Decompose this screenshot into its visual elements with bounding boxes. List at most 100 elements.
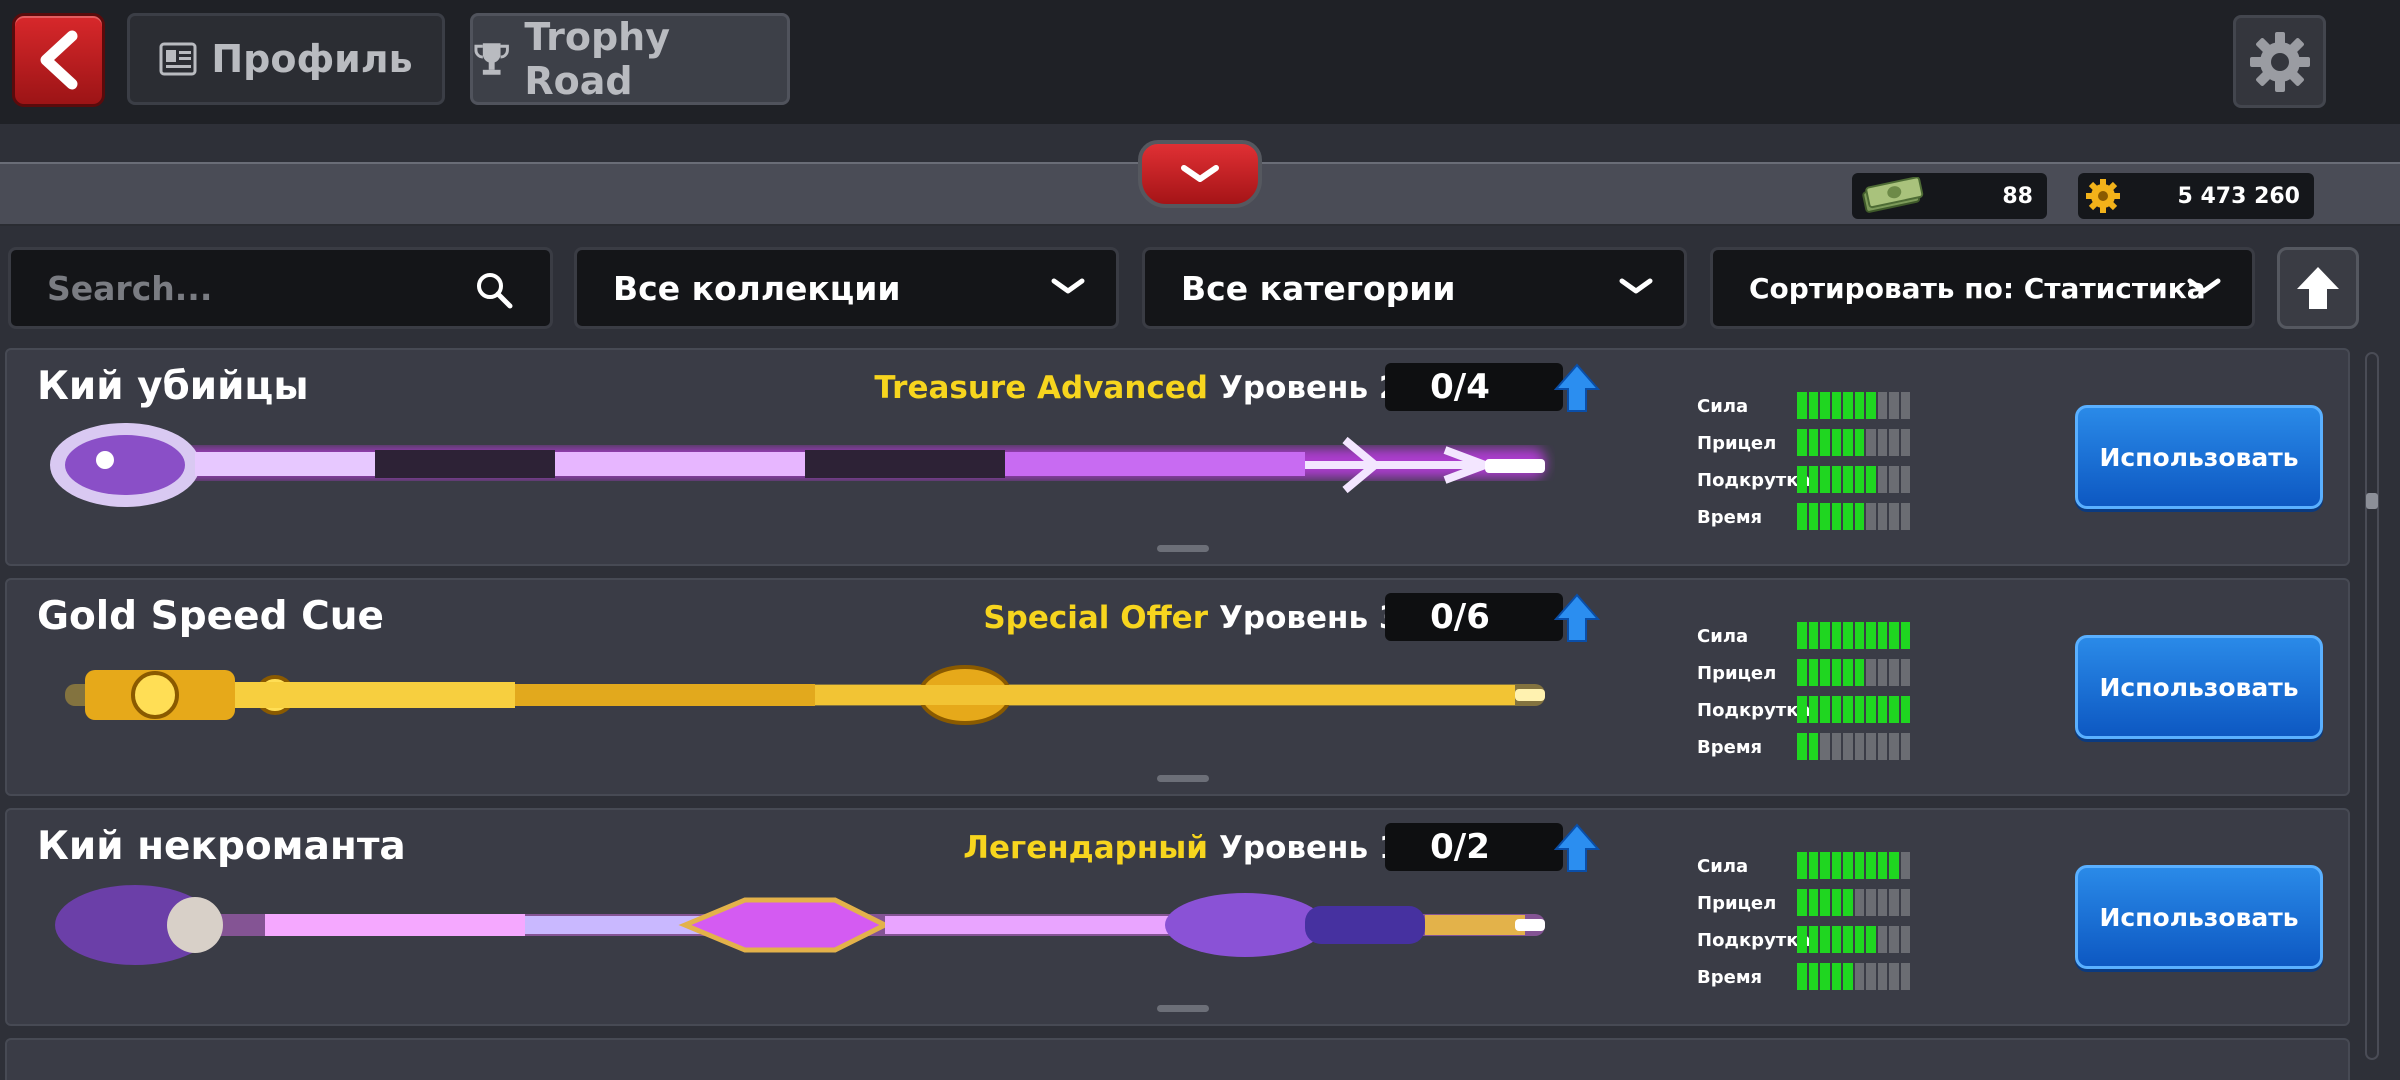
stat-segment <box>1877 889 1887 916</box>
sort-dropdown[interactable]: Сортировать по: Статистика <box>1710 247 2255 329</box>
collection-dropdown[interactable]: Все коллекции <box>574 247 1119 329</box>
stat-segment <box>1866 503 1876 530</box>
stat-label-spin: Подкрутка <box>1697 930 1811 951</box>
stat-segment <box>1877 852 1887 879</box>
upgrade-arrow-icon[interactable] <box>1554 823 1600 873</box>
stat-segment <box>1797 659 1807 686</box>
stat-segment <box>1797 503 1807 530</box>
stat-segment <box>1843 659 1853 686</box>
stat-segment <box>1820 466 1830 493</box>
stat-segment <box>1877 429 1887 456</box>
stat-segment <box>1866 963 1876 990</box>
back-button[interactable] <box>12 13 105 107</box>
stat-segment <box>1843 503 1853 530</box>
cue-card[interactable]: Кий убийцы Treasure Advanced Уровень 2 0… <box>5 348 2350 566</box>
stat-segment <box>1866 622 1876 649</box>
coins-counter[interactable]: 5 473 260 <box>2078 173 2314 219</box>
stat-segment <box>1900 926 1910 953</box>
scrollbar-track[interactable] <box>2365 352 2379 1060</box>
stat-segment <box>1866 733 1876 760</box>
stat-segment <box>1854 392 1864 419</box>
cue-card[interactable]: Кий некроманта Легендарный Уровень 1 0/2… <box>5 808 2350 1026</box>
stat-segment <box>1820 889 1830 916</box>
category-dropdown[interactable]: Все категории <box>1142 247 1687 329</box>
cue-name: Кий убийцы <box>37 364 309 409</box>
upgrade-arrow-icon[interactable] <box>1554 593 1600 643</box>
chevron-left-icon <box>40 30 77 90</box>
cue-card-partial[interactable] <box>5 1038 2350 1080</box>
collection-dropdown-value: Все коллекции <box>613 268 901 308</box>
cue-upgrade-progress: 0/4 <box>1385 363 1563 411</box>
tab-trophy-road[interactable]: Trophy Road <box>470 13 790 105</box>
stat-segment <box>1889 926 1899 953</box>
stat-segment <box>1808 392 1818 419</box>
cash-value: 88 <box>2002 183 2033 209</box>
stat-label-aim: Прицел <box>1697 663 1777 684</box>
stat-segment <box>1877 696 1887 723</box>
stat-segment <box>1843 392 1853 419</box>
stat-segment <box>1797 926 1807 953</box>
stat-segment <box>1866 889 1876 916</box>
stat-label-power: Сила <box>1697 856 1749 877</box>
stat-segment <box>1889 889 1899 916</box>
expand-handle[interactable] <box>1157 775 1209 782</box>
stat-segment <box>1808 963 1818 990</box>
tab-profile[interactable]: Профиль <box>127 13 445 105</box>
stat-segment <box>1820 392 1830 419</box>
scrollbar-thumb[interactable] <box>2366 493 2378 509</box>
stat-segment <box>1831 889 1841 916</box>
cue-upgrade-progress: 0/6 <box>1385 593 1563 641</box>
stat-segment <box>1900 503 1910 530</box>
stat-label-power: Сила <box>1697 396 1749 417</box>
stat-segment <box>1820 926 1830 953</box>
expand-handle[interactable] <box>1157 545 1209 552</box>
stat-segment <box>1808 696 1818 723</box>
use-cue-button[interactable]: Использовать <box>2075 635 2323 739</box>
cue-image <box>55 885 1545 965</box>
stat-segment <box>1808 622 1818 649</box>
stat-segment <box>1797 733 1807 760</box>
stat-segment <box>1877 622 1887 649</box>
cue-card[interactable]: Gold Speed Cue Special Offer Уровень 3 0… <box>5 578 2350 796</box>
stat-segment <box>1808 852 1818 879</box>
settings-button[interactable] <box>2233 15 2326 108</box>
stat-segment <box>1843 733 1853 760</box>
stat-segment <box>1900 466 1910 493</box>
stat-segment <box>1877 733 1887 760</box>
cue-rarity: Легендарный <box>963 830 1208 866</box>
coin-gear-icon <box>2086 179 2120 213</box>
upgrade-arrow-icon[interactable] <box>1554 363 1600 413</box>
chevron-down-icon <box>1051 278 1085 294</box>
stat-segment <box>1854 622 1864 649</box>
stat-segment <box>1900 622 1910 649</box>
search-icon <box>477 273 513 309</box>
stat-segment <box>1854 926 1864 953</box>
expand-handle[interactable] <box>1157 1005 1209 1012</box>
stat-segment <box>1877 926 1887 953</box>
stat-segment <box>1889 503 1899 530</box>
stat-segment <box>1843 926 1853 953</box>
cue-level: Уровень 3 <box>1219 600 1401 636</box>
stat-segment <box>1831 503 1841 530</box>
search-input[interactable]: Search... <box>8 247 553 329</box>
stat-segment <box>1820 659 1830 686</box>
stat-segment <box>1831 733 1841 760</box>
stat-segment <box>1854 659 1864 686</box>
cue-rarity: Special Offer <box>983 600 1208 636</box>
stat-segment <box>1877 466 1887 493</box>
stat-segment <box>1831 392 1841 419</box>
stat-segment <box>1831 466 1841 493</box>
stat-segment <box>1854 466 1864 493</box>
use-cue-button[interactable]: Использовать <box>2075 865 2323 969</box>
stat-segment <box>1866 429 1876 456</box>
collapse-panel-button[interactable] <box>1138 140 1262 208</box>
sort-direction-button[interactable] <box>2277 247 2359 329</box>
stat-segment <box>1831 926 1841 953</box>
stat-segment <box>1843 963 1853 990</box>
use-cue-button[interactable]: Использовать <box>2075 405 2323 509</box>
cash-counter[interactable]: 88 <box>1852 173 2047 219</box>
stat-segment <box>1820 622 1830 649</box>
stat-label-spin: Подкрутка <box>1697 470 1811 491</box>
stat-segment <box>1831 696 1841 723</box>
stat-segment <box>1900 852 1910 879</box>
